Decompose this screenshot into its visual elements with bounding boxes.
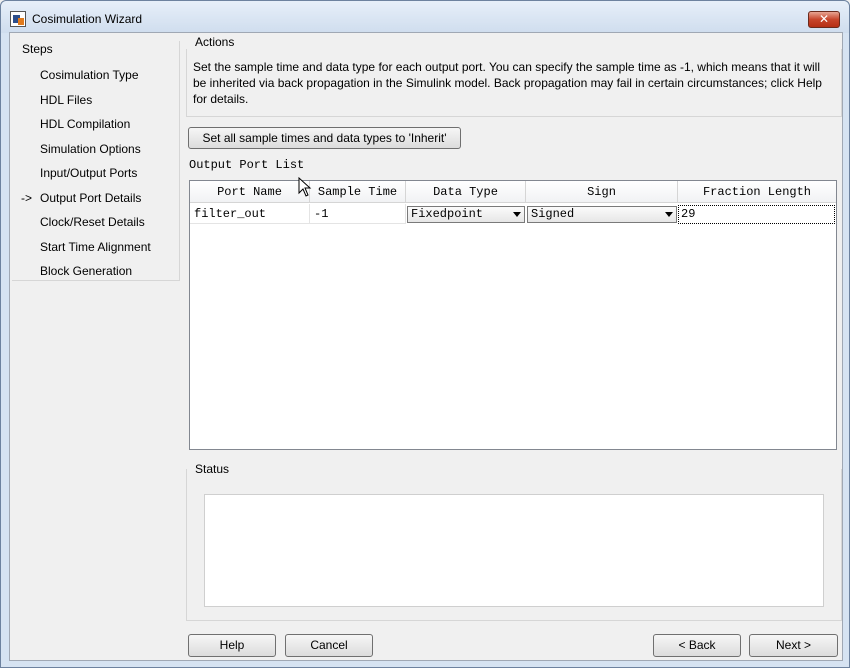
column-header-sample-time[interactable]: Sample Time <box>310 181 406 203</box>
wizard-body: Steps Cosimulation Type HDL Files HDL Co… <box>9 32 843 661</box>
step-input-output-ports[interactable]: Input/Output Ports <box>40 166 137 180</box>
cancel-button[interactable]: Cancel <box>285 634 373 657</box>
step-hdl-files[interactable]: HDL Files <box>40 93 92 107</box>
step-block-generation[interactable]: Block Generation <box>40 264 132 278</box>
chevron-down-icon <box>665 212 673 217</box>
mouse-pointer-icon <box>298 177 312 197</box>
steps-panel: Steps Cosimulation Type HDL Files HDL Co… <box>12 41 180 281</box>
cell-sample-time[interactable]: -1 <box>310 204 406 224</box>
sign-dropdown[interactable]: Signed <box>527 206 677 223</box>
column-header-sign[interactable]: Sign <box>526 181 678 203</box>
output-port-table: Port Name Sample Time Data Type Sign Fra… <box>189 180 837 450</box>
step-simulation-options[interactable]: Simulation Options <box>40 142 141 156</box>
close-button[interactable]: ✕ <box>808 11 840 28</box>
actions-description: Set the sample time and data type for ea… <box>193 60 822 106</box>
cell-fraction-length[interactable]: 29 <box>678 205 835 224</box>
app-icon <box>10 11 26 27</box>
window-title: Cosimulation Wizard <box>32 12 143 26</box>
step-hdl-compilation[interactable]: HDL Compilation <box>40 117 130 131</box>
actions-title: Actions <box>195 35 235 49</box>
data-type-dropdown[interactable]: Fixedpoint <box>407 206 525 223</box>
sign-value: Signed <box>531 207 575 221</box>
cell-port-name: filter_out <box>190 204 310 224</box>
step-output-port-details[interactable]: Output Port Details <box>40 191 141 205</box>
current-step-marker: -> <box>21 191 33 205</box>
output-port-list-label: Output Port List <box>189 158 305 172</box>
set-all-inherit-button[interactable]: Set all sample times and data types to '… <box>188 127 461 149</box>
status-title: Status <box>195 462 230 476</box>
help-button[interactable]: Help <box>188 634 276 657</box>
column-header-port-name[interactable]: Port Name <box>190 181 310 203</box>
title-bar: Cosimulation Wizard ✕ <box>1 1 849 33</box>
next-button[interactable]: Next > <box>749 634 838 657</box>
step-cosimulation-type[interactable]: Cosimulation Type <box>40 68 139 82</box>
chevron-down-icon <box>513 212 521 217</box>
cosimulation-wizard-window: Cosimulation Wizard ✕ Steps Cosimulation… <box>0 0 850 668</box>
column-header-data-type[interactable]: Data Type <box>406 181 526 203</box>
status-text-area <box>204 494 824 607</box>
back-button[interactable]: < Back <box>653 634 741 657</box>
step-clock-reset-details[interactable]: Clock/Reset Details <box>40 215 145 229</box>
data-type-value: Fixedpoint <box>411 207 484 221</box>
steps-title: Steps <box>22 42 53 56</box>
step-start-time-alignment[interactable]: Start Time Alignment <box>40 240 151 254</box>
column-header-fraction-length[interactable]: Fraction Length <box>678 181 836 203</box>
